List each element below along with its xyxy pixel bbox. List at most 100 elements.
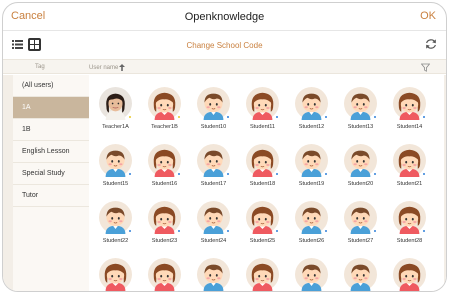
avatar	[246, 87, 279, 120]
status-dot	[422, 229, 426, 233]
user-name-label: Student10	[200, 124, 227, 130]
grid-view-icon[interactable]	[28, 38, 41, 51]
tag-item[interactable]: Special Study	[13, 163, 89, 185]
user-tile[interactable]: Student24	[189, 201, 238, 250]
tag-item[interactable]: English Lesson	[13, 141, 89, 163]
status-dot	[324, 172, 328, 176]
status-dot	[128, 115, 132, 119]
user-tile[interactable]: Student25	[238, 201, 287, 250]
user-tile[interactable]: Student11	[238, 87, 287, 136]
user-tile[interactable]: Student19	[287, 144, 336, 193]
user-tile[interactable]: Student16	[140, 144, 189, 193]
avatar	[246, 144, 279, 177]
user-name-label: Student13	[347, 124, 374, 130]
cancel-button[interactable]: Cancel	[11, 10, 45, 22]
avatar	[148, 87, 181, 120]
user-tile[interactable]	[336, 258, 385, 291]
user-name-label: Student17	[200, 181, 227, 187]
tag-column-header: Tag	[35, 64, 45, 70]
avatar	[197, 87, 230, 120]
user-name-label: Student14	[396, 124, 423, 130]
user-tile[interactable]: Student12	[287, 87, 336, 136]
avatar	[295, 258, 328, 291]
status-dot	[373, 172, 377, 176]
user-tile[interactable]	[238, 258, 287, 291]
user-tile[interactable]: Student14	[385, 87, 434, 136]
user-name-label: Student16	[151, 181, 178, 187]
avatar	[246, 258, 279, 291]
tag-item[interactable]: 1B	[13, 119, 89, 141]
avatar	[197, 258, 230, 291]
column-headers: Tag User name	[3, 59, 446, 74]
user-tile[interactable]: Student15	[91, 144, 140, 193]
ok-button[interactable]: OK	[420, 10, 436, 22]
user-tile[interactable]: Student21	[385, 144, 434, 193]
user-name-label: Student24	[200, 238, 227, 244]
refresh-icon[interactable]	[424, 37, 438, 51]
avatar	[344, 87, 377, 120]
user-name-label: Student18	[249, 181, 276, 187]
avatar	[344, 144, 377, 177]
user-name-label: Student12	[298, 124, 325, 130]
avatar	[295, 201, 328, 234]
app-window: Cancel Openknowledge OK Change School Co…	[2, 2, 447, 292]
user-tile[interactable]: Student22	[91, 201, 140, 250]
user-name-label: Student28	[396, 238, 423, 244]
user-name-label: Student22	[102, 238, 129, 244]
user-name-label: Student15	[102, 181, 129, 187]
tag-item[interactable]: Tutor	[13, 185, 89, 207]
status-dot	[128, 172, 132, 176]
user-tile[interactable]: Student23	[140, 201, 189, 250]
avatar	[148, 201, 181, 234]
user-tile[interactable]	[385, 258, 434, 291]
change-school-code-link[interactable]: Change School Code	[186, 41, 262, 50]
user-tile[interactable]: Student26	[287, 201, 336, 250]
user-name-label: Student27	[347, 238, 374, 244]
content-area: (All users) 1A 1B English Lesson Special Stu…	[3, 75, 446, 291]
status-dot	[177, 115, 181, 119]
status-dot	[275, 172, 279, 176]
user-tile[interactable]: Student20	[336, 144, 385, 193]
username-column-label: User name	[89, 64, 119, 71]
list-view-icon[interactable]	[11, 38, 24, 51]
status-dot	[373, 229, 377, 233]
user-tile[interactable]	[189, 258, 238, 291]
avatar	[99, 258, 132, 291]
toolbar: Change School Code	[3, 32, 446, 58]
page-title: Openknowledge	[184, 10, 265, 23]
avatar	[197, 201, 230, 234]
user-name-label: Student20	[347, 181, 374, 187]
user-tile[interactable]: Student28	[385, 201, 434, 250]
status-dot	[373, 115, 377, 119]
user-tile[interactable]	[140, 258, 189, 291]
avatar	[99, 144, 132, 177]
user-tile[interactable]: Student18	[238, 144, 287, 193]
user-tile[interactable]: Teacher1A	[91, 87, 140, 136]
user-name-label: Student11	[249, 124, 276, 130]
avatar	[148, 144, 181, 177]
user-tile[interactable]	[91, 258, 140, 291]
status-dot	[324, 229, 328, 233]
status-dot	[226, 229, 230, 233]
user-tile[interactable]	[287, 258, 336, 291]
tag-item[interactable]: (All users)	[13, 75, 89, 97]
username-column-header[interactable]: User name	[89, 64, 126, 71]
avatar	[344, 201, 377, 234]
user-tile[interactable]: Student17	[189, 144, 238, 193]
status-dot	[275, 115, 279, 119]
status-dot	[422, 115, 426, 119]
avatar	[99, 87, 132, 120]
user-tile[interactable]: Teacher1B	[140, 87, 189, 136]
user-tile[interactable]: Student13	[336, 87, 385, 136]
user-name-label: Teacher1A	[102, 124, 129, 130]
avatar	[148, 258, 181, 291]
user-tile[interactable]: Student10	[189, 87, 238, 136]
filter-icon[interactable]	[420, 63, 431, 72]
avatar	[99, 201, 132, 234]
user-tile[interactable]: Student27	[336, 201, 385, 250]
avatar	[393, 201, 426, 234]
avatar	[295, 144, 328, 177]
tag-item[interactable]: 1A	[13, 97, 89, 119]
avatar	[393, 258, 426, 291]
user-grid-panel[interactable]: Teacher1A Teacher1B Student10 Student11 Stud…	[89, 75, 444, 291]
